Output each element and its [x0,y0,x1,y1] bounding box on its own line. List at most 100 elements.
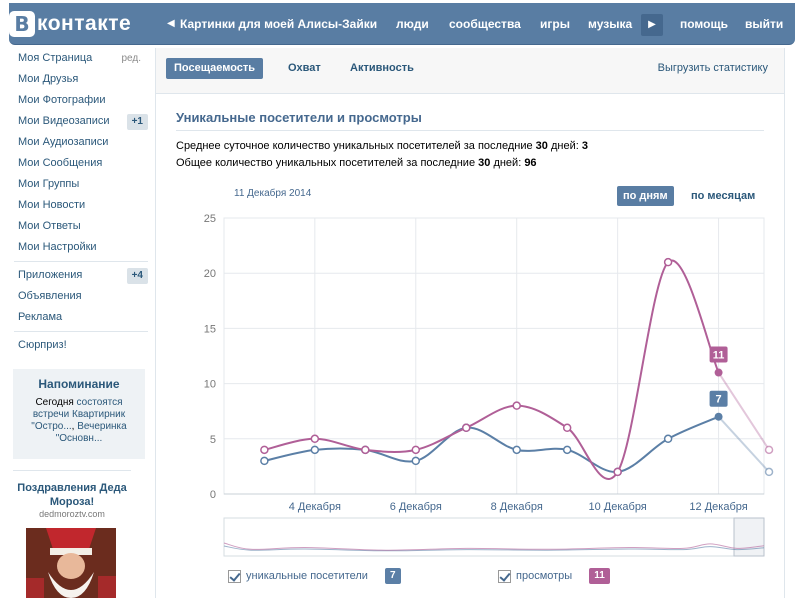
data-point-highlight [714,412,723,421]
header-bar: В контакте ◀ Картинки для моей Алисы-Зай… [9,3,795,45]
sidebar-item-groups[interactable]: Мои Группы [0,174,150,195]
sidebar-item-ads[interactable]: Объявления [0,286,150,307]
legend-visitors[interactable]: уникальные посетители 7 [228,568,401,584]
reminder-title: Напоминание [38,377,120,391]
sidebar-item-label: Реклама [18,311,63,323]
nav-communities[interactable]: сообщества [449,3,521,45]
legend-label: уникальные посетители [246,570,368,582]
logo-icon: В [9,11,35,37]
ad-site[interactable]: dedmoroztv.com [13,509,131,519]
data-point [411,456,421,466]
data-point [764,467,774,477]
count-badge: +4 [126,268,148,284]
sidebar-item-label: Мои Группы [18,178,80,190]
santa-image [26,528,116,598]
nav-people[interactable]: люди [396,3,429,45]
sidebar-item-friends[interactable]: Мои Друзья [0,69,150,90]
sidebar-item-label: Мои Видеозаписи [18,115,110,127]
sidebar-item-label: Мои Новости [18,199,86,211]
legend-value-badge: 7 [384,568,401,584]
nav-help[interactable]: помощь [680,3,728,45]
data-point [461,423,471,433]
sidebar-item-videos[interactable]: Мои Видеозаписи +1 [0,111,150,132]
nav-logout[interactable]: выйти [745,3,783,45]
sidebar-item-messages[interactable]: Мои Сообщения [0,153,150,174]
sidebar-item-label: Мои Друзья [18,73,79,85]
data-point [764,445,774,455]
data-point [562,423,572,433]
data-point [512,401,521,410]
legend-label: просмотры [516,570,573,582]
data-point [663,257,673,267]
sidebar-item-label: Мои Аудиозаписи [18,136,109,148]
sidebar-item-surprise[interactable]: Сюрприз! [0,335,150,356]
x-tick-label: 6 Декабря [390,501,442,513]
y-tick-label: 15 [204,323,216,335]
data-point [512,445,521,455]
views-checkbox[interactable] [498,569,511,583]
sidebar-item-settings[interactable]: Мои Настройки [0,237,150,258]
x-tick-label: 8 Декабря [491,501,543,513]
y-tick-label: 5 [210,434,216,446]
main-panel: Посещаемость Охват Активность Выгрузить … [155,48,785,598]
sidebar-item-label: Приложения [18,269,83,281]
divider [14,331,148,332]
sidebar-item-audio[interactable]: Мои Аудиозаписи [0,132,150,153]
data-point [260,456,269,466]
sidebar-item-label: Мои Фотографии [18,94,106,106]
forward-arrow-icon[interactable]: ▶ [641,14,663,36]
current-app-link[interactable]: Картинки для моей Алисы-Зайки [180,3,377,45]
visits-chart[interactable]: 0 5 10 15 20 25 4 Декабря 6 Декабря 8 Декабря 10 … [156,48,784,568]
divider [14,261,148,262]
nav-games[interactable]: игры [540,3,570,45]
data-point [411,445,421,455]
sidebar-item-photos[interactable]: Мои Фотографии [0,90,150,111]
reminder-box: Напоминание Сегодня состоятся встречи Кв… [13,369,145,459]
top-bar: В контакте ◀ Картинки для моей Алисы-Зай… [0,0,795,46]
edit-link[interactable]: ред. [121,48,141,69]
y-tick-label: 10 [204,379,216,391]
legend-value-badge: 11 [589,568,610,584]
sidebar-item-label: Моя Страница [18,52,93,64]
legend-views[interactable]: просмотры 11 [498,568,610,584]
sidebar-item-label: Мои Ответы [18,220,81,232]
x-tick-label: 4 Декабря [289,501,341,513]
x-tick-label: 10 Декабря [588,501,646,513]
sidebar-item-advertising[interactable]: Реклама [0,307,150,328]
plot-area [223,217,765,495]
data-point [663,434,673,444]
data-point [310,445,320,455]
data-point [613,467,622,477]
count-badge: +1 [126,114,148,130]
x-tick-label: 12 Декабря [689,501,747,513]
data-point [562,445,572,455]
back-arrow-icon[interactable]: ◀ [167,18,175,29]
sidebar-item-news[interactable]: Мои Новости [0,195,150,216]
sidebar-item-answers[interactable]: Мои Ответы [0,216,150,237]
sidebar-item-apps[interactable]: Приложения +4 [0,265,150,286]
data-point [361,445,370,455]
data-point [310,434,320,444]
ad-image[interactable] [26,528,116,598]
logo-text: контакте [37,12,132,35]
vk-logo[interactable]: В контакте [9,11,131,37]
value-label: 11 [713,350,725,362]
sidebar-item-label: Мои Сообщения [18,157,103,169]
reminder-today: Сегодня [35,397,74,408]
y-tick-label: 0 [210,489,216,501]
y-tick-label: 20 [204,268,216,280]
visitors-checkbox[interactable] [228,569,241,583]
value-label: 7 [716,394,722,406]
reminder-text: Сегодня состоятся встречи Квартирник "Ос… [31,397,127,444]
divider [13,470,131,471]
navigator-window [733,517,765,557]
sidebar-item-label: Объявления [18,290,82,302]
sidebar-item-label: Сюрприз! [18,339,67,351]
data-point [260,445,269,455]
sidebar-item-label: Мои Настройки [18,241,97,253]
navigator-box [223,517,765,557]
sidebar-item-my-page[interactable]: Моя Страница ред. [0,48,150,69]
data-point-highlight [714,368,723,377]
nav-music[interactable]: музыка [588,3,632,45]
ad-title[interactable]: Поздравления Деда Мороза! [13,481,131,509]
